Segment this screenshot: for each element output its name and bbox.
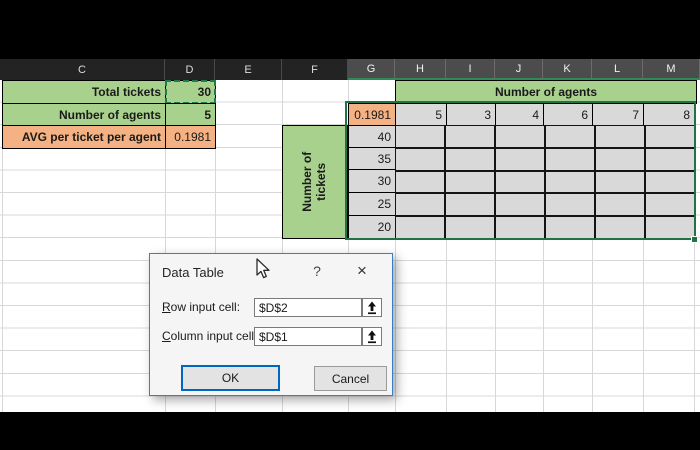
- empty-table-cell[interactable]: [645, 170, 695, 194]
- empty-table-cell[interactable]: [395, 216, 445, 239]
- column-header[interactable]: J: [495, 59, 543, 80]
- empty-table-cell[interactable]: [595, 125, 645, 148]
- row-range-selector-button[interactable]: [362, 298, 382, 317]
- cell-agent-value[interactable]: 6: [543, 103, 593, 126]
- empty-table-cell[interactable]: [495, 216, 545, 239]
- empty-table-cell[interactable]: [545, 216, 595, 239]
- empty-table-cell[interactable]: [395, 193, 445, 217]
- column-header[interactable]: K: [543, 59, 592, 80]
- cell-avg-per-ticket-value[interactable]: 0.1981: [165, 125, 216, 149]
- cell-ticket-value[interactable]: 30: [348, 169, 396, 193]
- cell-ticket-value[interactable]: 20: [348, 215, 396, 239]
- cell-agent-value[interactable]: 7: [592, 103, 644, 126]
- cell-ticket-value[interactable]: 25: [348, 192, 396, 216]
- empty-table-cell[interactable]: [445, 193, 495, 217]
- empty-table-cell[interactable]: [545, 147, 595, 171]
- column-header[interactable]: L: [592, 59, 643, 80]
- empty-table-cell[interactable]: [395, 147, 445, 171]
- empty-table-cell[interactable]: [645, 193, 695, 217]
- row-input-field[interactable]: [254, 298, 362, 317]
- column-header[interactable]: G: [348, 59, 395, 80]
- empty-table-cell[interactable]: [495, 147, 545, 171]
- column-header[interactable]: C: [0, 59, 165, 80]
- empty-table-cell[interactable]: [445, 147, 495, 171]
- empty-table-cell[interactable]: [545, 170, 595, 194]
- empty-table-cell[interactable]: [545, 193, 595, 217]
- cell-value: 30: [197, 85, 211, 99]
- empty-table-cell[interactable]: [595, 193, 645, 217]
- empty-table-cell[interactable]: [445, 216, 495, 239]
- cell-ticket-value[interactable]: 40: [348, 125, 396, 148]
- empty-table-cell[interactable]: [495, 170, 545, 194]
- empty-table-cell[interactable]: [395, 170, 445, 194]
- cell-avg-per-ticket-label[interactable]: AVG per ticket per agent: [2, 125, 166, 149]
- column-header[interactable]: E: [215, 59, 282, 80]
- empty-table-cell[interactable]: [645, 216, 695, 239]
- empty-table-cell[interactable]: [645, 125, 695, 148]
- empty-table-cell[interactable]: [595, 170, 645, 194]
- dialog-title: Data Table: [162, 265, 224, 280]
- help-icon[interactable]: ?: [308, 262, 326, 280]
- cancel-button[interactable]: Cancel: [314, 366, 387, 391]
- fill-handle[interactable]: [691, 236, 698, 243]
- empty-table-cell[interactable]: [395, 125, 445, 148]
- column-input-field[interactable]: [254, 327, 362, 346]
- vertical-label: Number of tickets: [300, 152, 328, 212]
- empty-table-cell[interactable]: [645, 147, 695, 171]
- empty-table-cell[interactable]: [495, 193, 545, 217]
- empty-result-cells: [395, 125, 695, 239]
- close-icon[interactable]: ×: [350, 260, 374, 282]
- cell-agents-merged-header[interactable]: Number of agents: [395, 80, 697, 104]
- letterbox-top: [0, 0, 700, 59]
- empty-table-cell[interactable]: [495, 125, 545, 148]
- column-header[interactable]: M: [643, 59, 700, 80]
- empty-table-cell[interactable]: [445, 125, 495, 148]
- screen: C D E F G H I J K L M Total tickets 30 N…: [0, 0, 700, 450]
- up-arrow-from-bar-icon: [368, 330, 376, 343]
- cell-tickets-merged-header[interactable]: Number of tickets: [282, 125, 348, 239]
- column-header[interactable]: D: [165, 59, 215, 80]
- empty-table-cell[interactable]: [545, 125, 595, 148]
- cell-agent-value[interactable]: 8: [643, 103, 695, 126]
- empty-table-cell[interactable]: [445, 170, 495, 194]
- data-table-dialog: Data Table ? × Row input cell: Column in…: [149, 253, 393, 396]
- empty-table-cell[interactable]: [595, 147, 645, 171]
- column-input-label: Column input cell:: [162, 329, 258, 343]
- cell-number-of-agents-label[interactable]: Number of agents: [2, 103, 166, 126]
- column-range-selector-button[interactable]: [362, 327, 382, 346]
- row-input-label: Row input cell:: [162, 300, 241, 314]
- cell-ticket-value[interactable]: 35: [348, 147, 396, 170]
- letterbox-bottom: [0, 412, 700, 450]
- column-header[interactable]: H: [395, 59, 446, 80]
- cell-total-tickets-label[interactable]: Total tickets: [2, 80, 166, 104]
- cell-corner-formula[interactable]: 0.1981: [348, 103, 396, 126]
- cell-total-tickets-value[interactable]: 30: [165, 80, 216, 104]
- cell-number-of-agents-value[interactable]: 5: [165, 103, 216, 126]
- cell-agent-value[interactable]: 3: [446, 103, 496, 126]
- ok-button[interactable]: OK: [181, 365, 280, 391]
- cell-agent-value[interactable]: 4: [495, 103, 544, 126]
- cell-agent-value[interactable]: 5: [395, 103, 447, 126]
- column-header[interactable]: F: [282, 59, 348, 80]
- column-header[interactable]: I: [446, 59, 495, 80]
- empty-table-cell[interactable]: [595, 216, 645, 239]
- up-arrow-from-bar-icon: [368, 301, 376, 314]
